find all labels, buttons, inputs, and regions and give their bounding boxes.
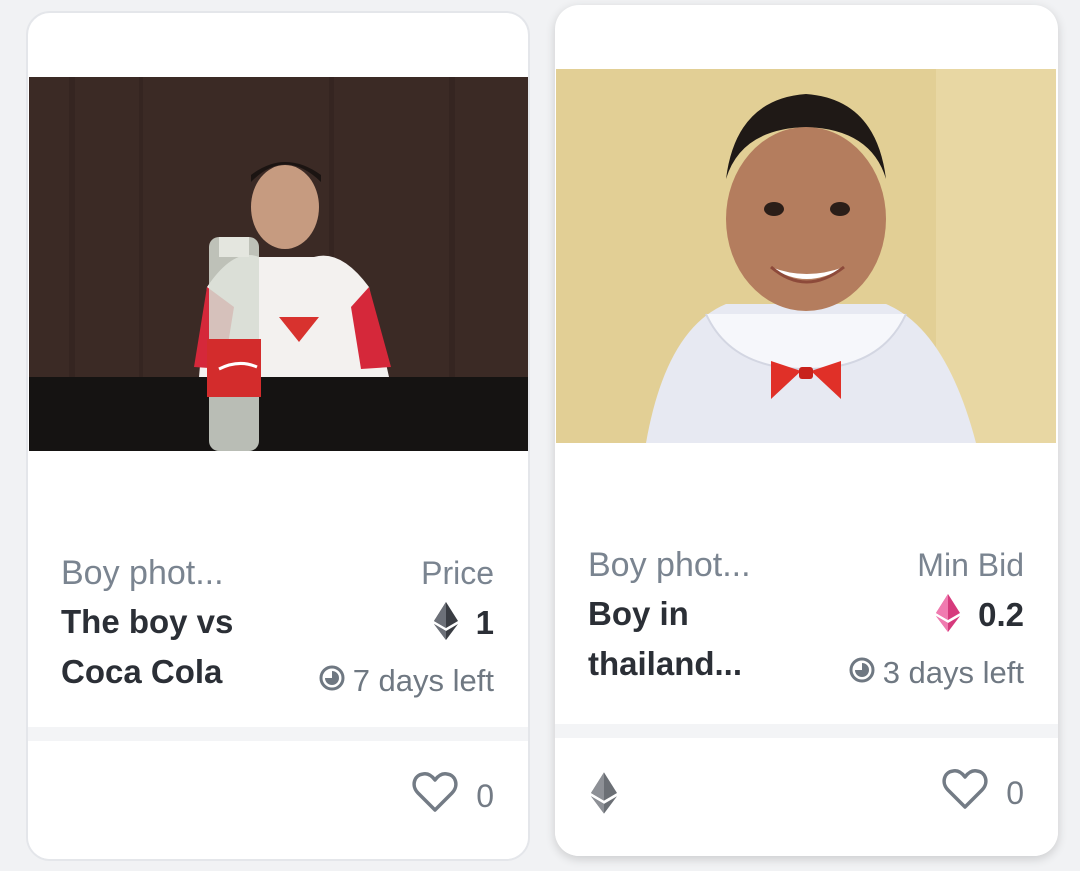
ethereum-icon <box>433 601 458 645</box>
price-value: 0.2 <box>978 596 1024 633</box>
price-label: Price <box>421 555 494 591</box>
clock-icon <box>319 663 345 699</box>
clock-icon <box>849 655 875 691</box>
like-count: 0 <box>1006 774 1024 811</box>
min-bid-label: Min Bid <box>917 547 1024 583</box>
heart-icon[interactable] <box>412 771 458 821</box>
like-button[interactable]: 0 <box>412 771 494 821</box>
time-left: 3 days left <box>849 648 1024 698</box>
collection-name[interactable]: Boy phot... <box>61 548 224 598</box>
price-row: 1 <box>433 598 494 648</box>
time-left-text: 3 days left <box>882 655 1024 690</box>
nft-image[interactable] <box>29 77 528 451</box>
nft-title[interactable]: Boy in thailand... <box>588 589 808 689</box>
collection-name[interactable]: Boy phot... <box>588 540 751 590</box>
nft-card-1[interactable]: Boy phot... The boy vs Coca Cola Price 1 <box>26 11 530 861</box>
nft-card-2[interactable]: Boy phot... Boy in thailand... Min Bid 0… <box>555 5 1058 856</box>
like-button[interactable]: 0 <box>942 768 1024 818</box>
nft-image[interactable] <box>556 69 1056 443</box>
ethereum-icon <box>936 593 961 637</box>
card-footer: 0 <box>28 727 528 859</box>
time-left: 7 days left <box>319 656 494 706</box>
time-left-text: 7 days left <box>352 663 494 698</box>
heart-icon[interactable] <box>942 768 988 818</box>
nft-title[interactable]: The boy vs Coca Cola <box>61 597 281 697</box>
price-row: 0.2 <box>936 590 1024 640</box>
like-count: 0 <box>476 777 494 814</box>
price-value: 1 <box>475 604 494 641</box>
ethereum-icon <box>591 772 617 819</box>
card-footer: 0 <box>555 724 1058 856</box>
